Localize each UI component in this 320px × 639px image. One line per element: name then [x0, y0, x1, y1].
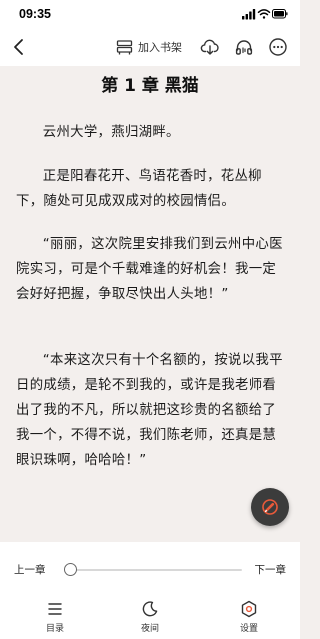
add-to-shelf-button[interactable]: 加入书架: [116, 38, 182, 56]
bottom-toolbar: 目录 夜间 设置: [0, 600, 300, 639]
menu-list-icon: [48, 603, 62, 615]
reader-top-nav: 加入书架: [0, 28, 300, 66]
chapter-progress-row: 上一章 下一章: [0, 559, 300, 581]
cloud-download-icon: [200, 39, 219, 55]
cellular-signal-icon: [242, 9, 256, 20]
back-button[interactable]: [7, 35, 31, 59]
tab-night-mode[interactable]: 夜间: [130, 600, 170, 638]
reader-bottom-panel: 上一章 下一章 目录 夜间 设置: [0, 542, 300, 639]
progress-slider-thumb[interactable]: [64, 563, 77, 576]
status-time: 09:35: [19, 7, 51, 21]
reading-area[interactable]: 第 1 章 黑猫 云州大学，燕归湖畔。 正是阳春花开、鸟语花香时，花丛柳下，随处…: [0, 66, 300, 542]
download-button[interactable]: [200, 37, 220, 57]
tab-night-mode-label: 夜间: [140, 624, 159, 634]
pen-circle-icon: [262, 499, 278, 515]
settings-gear-icon: [241, 600, 257, 618]
paragraph: “丽丽，这次院里安排我们到云州中心医院实习，可是个千载难逢的好机会！我一定会好好…: [16, 237, 283, 302]
battery-icon: [272, 9, 288, 19]
headphones-icon: [235, 40, 253, 55]
progress-slider-track[interactable]: [70, 569, 242, 571]
more-dots-icon: [269, 38, 287, 56]
paragraph: 正是阳春花开、鸟语花香时，花丛柳下，随处可见成双成对的校园情侣。: [16, 169, 262, 209]
chevron-left-icon: [14, 39, 23, 55]
tab-settings-label: 设置: [239, 624, 258, 634]
tab-catalog-label: 目录: [45, 624, 64, 634]
paragraph: 云州大学，燕归湖畔。: [42, 125, 180, 140]
add-to-shelf-label: 加入书架: [138, 41, 182, 54]
more-options-button[interactable]: [268, 37, 288, 57]
tab-catalog[interactable]: 目录: [35, 600, 75, 638]
listen-button[interactable]: [234, 37, 254, 57]
prev-chapter-button[interactable]: 上一章: [14, 562, 46, 577]
tab-settings[interactable]: 设置: [229, 600, 269, 638]
wifi-icon: [257, 9, 271, 19]
status-bar: 09:35: [0, 0, 300, 28]
moon-icon: [142, 601, 158, 617]
chapter-title: 第 1 章 黑猫: [101, 76, 199, 96]
next-chapter-button[interactable]: 下一章: [255, 562, 287, 577]
status-icons: [242, 8, 288, 20]
floating-action-button[interactable]: [251, 488, 289, 526]
paragraph: “本来这次只有十个名额的，按说以我平日的成绩，是轮不到我的，或许是我老师看出了我…: [16, 353, 283, 468]
bookshelf-add-icon: [116, 40, 133, 55]
